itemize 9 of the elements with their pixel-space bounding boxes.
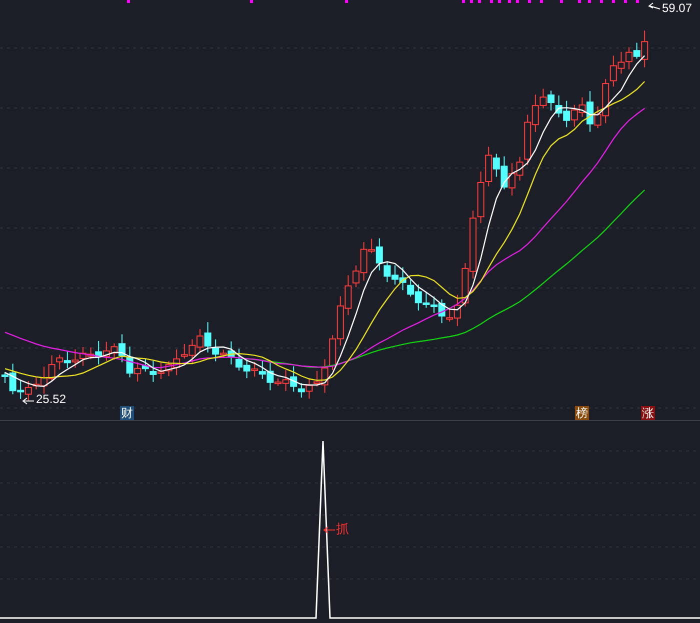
arrow-icon <box>22 398 34 404</box>
signal-label: 抓 <box>336 522 349 535</box>
marker-badge: 榜 <box>575 406 589 420</box>
marker-badge: 涨 <box>641 406 655 420</box>
marker-badge: 财 <box>120 406 134 420</box>
price-label: 25.52 <box>36 393 66 405</box>
price-label: 59.07 <box>662 2 692 14</box>
arrow-icon <box>648 2 660 10</box>
arrow-icon <box>323 526 336 534</box>
